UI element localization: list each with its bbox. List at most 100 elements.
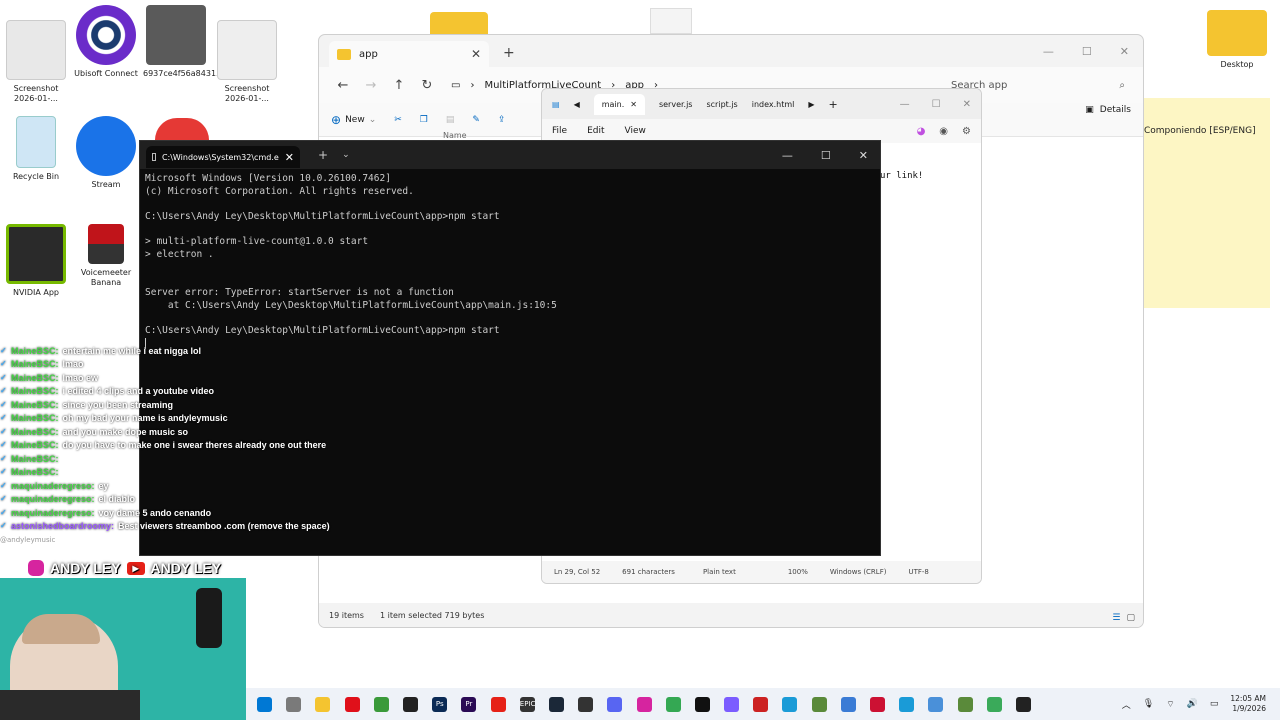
minimize-button[interactable]: — (900, 99, 910, 110)
taskbar-discord-button[interactable] (600, 696, 629, 712)
close-tab-icon[interactable]: ✕ (285, 151, 294, 164)
notepad-tab-script[interactable]: script.js (706, 100, 737, 109)
scroll-tabs-right-icon[interactable]: ▶ (808, 100, 814, 109)
taskbar-youtube-button[interactable] (484, 696, 513, 712)
notepad-tabbar: ▤ ◀ main. ✕ server.js script.js index.ht… (542, 89, 981, 119)
chevron-up-icon[interactable]: ︿ (1122, 698, 1131, 711)
taskbar-edge-2-button[interactable] (892, 696, 921, 712)
terminal-line: C:\Users\Andy Ley\Desktop\MultiPlatformL… (145, 325, 500, 337)
rename-icon[interactable]: ✎ (472, 115, 480, 125)
minimize-button[interactable]: — (782, 149, 793, 162)
close-tab-icon[interactable]: ✕ (630, 100, 637, 109)
taskbar-edge-button[interactable] (775, 696, 804, 712)
taskbar-app-button[interactable] (717, 696, 746, 712)
chrome-icon[interactable] (155, 118, 209, 140)
forward-arrow-icon[interactable]: → (357, 78, 385, 93)
cut-icon[interactable]: ✂ (394, 115, 402, 125)
desktop-icon-label: Voicemeeter Banana (80, 268, 132, 287)
wifi-icon[interactable]: ⌔ (1166, 699, 1174, 710)
taskbar-instagram-button[interactable] (629, 696, 658, 712)
terminal-tab[interactable]: C:\Windows\System32\cmd.e ✕ (146, 146, 300, 168)
taskbar-snipping-button[interactable] (279, 696, 308, 712)
taskbar-capture-button[interactable] (746, 696, 775, 712)
volume-icon[interactable]: 🔊 (1187, 699, 1198, 709)
verified-badge-icon: ✓ (0, 440, 7, 450)
microphone-icon[interactable]: 🎙 (1143, 699, 1154, 709)
maximize-button[interactable]: ☐ (932, 99, 941, 110)
folder-icon[interactable] (430, 12, 488, 34)
maximize-button[interactable]: ☐ (1082, 45, 1092, 58)
taskbar-capcut-button[interactable] (396, 696, 425, 712)
taskbar-obs-button[interactable] (571, 696, 600, 712)
taskbar-notepad-button[interactable] (980, 696, 1009, 712)
desktop-icon-stream[interactable]: Stream (73, 116, 139, 190)
copy-icon[interactable]: ❐ (420, 115, 428, 125)
close-button[interactable]: ✕ (963, 99, 971, 110)
settings-gear-icon[interactable]: ⚙ (962, 126, 971, 137)
tiles-view-icon[interactable]: ▢ (1126, 613, 1135, 623)
back-arrow-icon[interactable]: ← (329, 78, 357, 93)
up-arrow-icon[interactable]: ↑ (385, 78, 413, 93)
taskbar-tiktok-button[interactable] (688, 696, 717, 712)
copilot-icon[interactable]: ◕ (917, 126, 926, 137)
share-icon[interactable]: ⇪ (498, 115, 506, 125)
taskbar-gallery-button[interactable] (834, 696, 863, 712)
edge-icon (782, 696, 798, 712)
document-icon[interactable] (650, 8, 692, 34)
explorer-titlebar[interactable]: app ✕ + — ☐ ✕ (319, 35, 1143, 67)
battery-icon[interactable]: ▭ (1210, 699, 1219, 709)
taskbar-explorer-button[interactable] (308, 696, 337, 712)
notepad-tab-server[interactable]: server.js (659, 100, 693, 109)
taskbar-tool-button[interactable] (951, 696, 980, 712)
close-tab-icon[interactable]: ✕ (471, 47, 481, 61)
taskbar-opera-gx-button[interactable] (863, 696, 892, 712)
desktop-icon-ubisoft[interactable]: Ubisoft Connect (73, 5, 139, 79)
new-tab-button[interactable]: + (503, 45, 515, 61)
details-button[interactable]: ▣ Details (1085, 105, 1131, 115)
terminal-output[interactable]: Microsoft Windows [Version 10.0.26100.74… (140, 169, 880, 353)
notepad-tab-main[interactable]: main. ✕ (593, 93, 645, 115)
taskbar-opera-button[interactable] (338, 696, 367, 712)
desktop-icon-nvidia[interactable]: NVIDIA App (3, 224, 69, 298)
new-tab-button[interactable]: + (318, 148, 328, 162)
desktop-icon-recycle-bin[interactable]: Recycle Bin (3, 116, 69, 182)
desktop-icon-screenshot-1[interactable]: Screenshot 2026-01-... (3, 20, 69, 104)
notepad-tab-index[interactable]: index.html (752, 100, 795, 109)
new-button[interactable]: ⊕ New ⌄ (331, 113, 376, 127)
taskbar-photos-button[interactable] (921, 696, 950, 712)
terminal-titlebar[interactable]: C:\Windows\System32\cmd.e ✕ + ⌄ — ☐ ✕ (140, 141, 880, 169)
paste-icon[interactable]: ▤ (446, 115, 455, 125)
clock[interactable]: 12:05 AM 1/9/2026 (1230, 694, 1266, 714)
close-button[interactable]: ✕ (859, 149, 868, 162)
refresh-icon[interactable]: ↻ (413, 78, 441, 93)
menu-view[interactable]: View (625, 126, 646, 136)
chevron-down-icon[interactable]: ⌄ (342, 150, 350, 160)
taskbar-premiere-button[interactable]: Pr (454, 696, 483, 712)
desktop-icon-image[interactable]: 6937ce4f56a8431... (143, 5, 224, 79)
maximize-button[interactable]: ☐ (821, 149, 831, 162)
taskbar-steam-button[interactable] (542, 696, 571, 712)
taskbar-minecraft-button[interactable] (805, 696, 834, 712)
desktop-icon-screenshot-2[interactable]: Screenshot 2026-01-... (214, 20, 280, 104)
minimize-button[interactable]: — (1043, 45, 1054, 58)
desktop-icon-desktop-folder[interactable]: Desktop (1204, 10, 1270, 70)
close-button[interactable]: ✕ (1120, 45, 1129, 58)
list-view-icon[interactable]: ☰ (1112, 613, 1120, 623)
chat-text: Best viewers streamboo .com (remove the … (118, 521, 330, 532)
name-column-header[interactable]: Name (443, 131, 467, 140)
taskbar-terminal-button[interactable] (1009, 696, 1038, 712)
desktop-icon-voicemeeter[interactable]: Voicemeeter Banana (73, 224, 139, 288)
menu-file[interactable]: File (552, 126, 567, 136)
taskbar-photoshop-button[interactable]: Ps (425, 696, 454, 712)
new-tab-button[interactable]: + (829, 98, 838, 111)
scroll-tabs-left-icon[interactable]: ◀ (574, 100, 580, 109)
chat-username: MaineBSC: (11, 426, 59, 437)
taskbar-chrome-button[interactable] (659, 696, 688, 712)
taskbar-epic-button[interactable]: EPIC (513, 696, 542, 712)
taskbar-start-button[interactable] (250, 696, 279, 712)
taskbar-xbox-button[interactable] (367, 696, 396, 712)
menu-edit[interactable]: Edit (587, 126, 604, 136)
explorer-tab[interactable]: app ✕ (329, 41, 489, 67)
terminal-line: Microsoft Windows [Version 10.0.26100.74… (145, 173, 391, 184)
account-icon[interactable]: ◉ (939, 126, 948, 137)
